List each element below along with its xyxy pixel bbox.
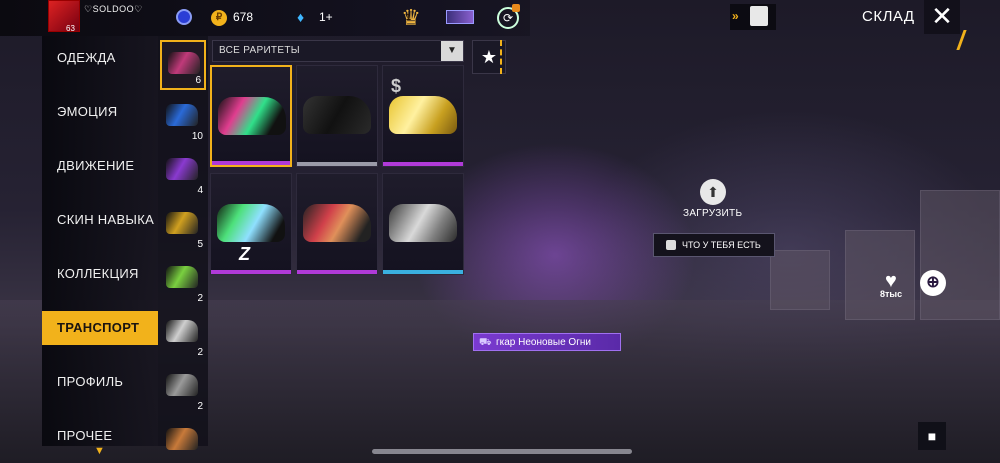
upload-icon[interactable]: ⬆ <box>700 179 726 205</box>
category-item[interactable]: СКИН НАВЫКА <box>42 203 158 237</box>
vehicle-image <box>389 204 457 242</box>
series-badge-icon: $ <box>391 76 402 96</box>
star-icon: ★ <box>480 47 498 67</box>
likes-count: 8тыс <box>880 289 903 299</box>
subcategory-thumb[interactable]: 6 <box>160 40 206 90</box>
caret-down-icon[interactable]: ▼ <box>441 41 463 61</box>
rarity-bar <box>212 161 290 165</box>
subcategory-count: 2 <box>197 293 203 304</box>
diamond-icon: ♦ <box>297 9 305 25</box>
rarity-bar <box>211 270 291 274</box>
crown-number: 1 <box>406 12 412 22</box>
subcategory-count: 6 <box>195 75 201 86</box>
category-item[interactable]: ПРОФИЛЬ <box>42 365 158 399</box>
page-title: СКЛАД <box>862 8 915 25</box>
crate <box>770 250 830 310</box>
zoom-icon[interactable]: ⊕ <box>920 270 946 296</box>
vehicle-thumb-image <box>166 428 198 450</box>
subcategory-count: 5 <box>197 239 203 250</box>
home-indicator <box>372 449 632 454</box>
subcategory-thumb[interactable]: 2 <box>160 310 206 360</box>
subcategory-count: 4 <box>197 185 203 196</box>
vehicle-image <box>217 204 285 242</box>
subcategory-thumb[interactable]: 10 <box>160 94 206 144</box>
likes-button[interactable]: ♥ 8тыс <box>880 270 910 300</box>
video-icon[interactable]: ■ <box>918 422 946 450</box>
vehicle-card[interactable]: Z <box>210 173 292 275</box>
crate <box>920 190 1000 320</box>
subcategory-thumb[interactable]: 5 <box>160 202 206 252</box>
vehicle-thumb-image <box>166 158 198 180</box>
close-icon[interactable]: ✕ <box>928 2 956 30</box>
subcategory-count: 2 <box>197 401 203 412</box>
vehicle-thumb-image <box>166 374 198 396</box>
upload-label[interactable]: ЗАГРУЗИТЬ <box>683 208 742 219</box>
vehicle-card[interactable] <box>382 173 464 275</box>
player-name[interactable]: ♡SOLDOO♡ <box>84 4 143 15</box>
vehicle-card[interactable] <box>296 65 378 167</box>
divider <box>500 40 502 74</box>
vehicle-card[interactable] <box>296 173 378 275</box>
subcategory-count: 10 <box>191 131 203 142</box>
category-item[interactable]: ДВИЖЕНИЕ <box>42 149 158 183</box>
vehicle-image <box>218 97 286 135</box>
filter-label: ВСЕ РАРИТЕТЫ <box>219 45 300 56</box>
category-item[interactable]: КОЛЛЕКЦИЯ <box>42 257 158 291</box>
vehicle-thumb-image <box>168 52 200 74</box>
rarity-bar <box>297 162 377 166</box>
category-item[interactable]: ОДЕЖДА <box>42 41 158 75</box>
subcategory-thumb[interactable]: 2 <box>160 256 206 306</box>
vehicle-thumb-image <box>166 104 198 126</box>
vehicle-card[interactable] <box>210 65 292 167</box>
coin-balance: 678 <box>233 10 254 24</box>
vehicle-image <box>389 96 457 134</box>
diamond-balance[interactable]: 1+ <box>319 10 333 24</box>
category-item[interactable]: ТРАНСПОРТ <box>42 311 158 345</box>
vehicle-card[interactable]: $ <box>382 65 464 167</box>
category-item[interactable]: ЭМОЦИЯ <box>42 95 158 129</box>
subcategory-thumb[interactable]: 4 <box>160 148 206 198</box>
chevron-down-icon[interactable]: ▼ <box>94 445 105 457</box>
vehicle-thumb-image <box>166 212 198 234</box>
series-badge-icon: Z <box>239 244 250 264</box>
chevron-right-icon: » <box>732 9 739 23</box>
rank-badge-icon[interactable] <box>176 9 192 25</box>
notification-dot <box>512 4 520 12</box>
car-icon: ⛟ <box>479 337 492 348</box>
vehicle-thumb-image <box>166 266 198 288</box>
rarity-bar <box>383 270 463 274</box>
subcategory-count: 2 <box>197 347 203 358</box>
player-level: 63 <box>66 24 75 33</box>
vehicle-thumb-image <box>166 320 198 342</box>
vehicle-image <box>303 204 371 242</box>
rarity-bar <box>297 270 377 274</box>
book-icon <box>750 6 768 26</box>
selected-item-name: ⛟ гкар Неоновые Огни <box>473 333 621 351</box>
subcategory-thumb[interactable] <box>160 418 206 450</box>
what-you-have-button[interactable]: ЧТО У ТЕБЯ ЕСТЬ <box>653 233 775 257</box>
item-name-text: гкар Неоновые Огни <box>496 337 591 348</box>
avatar[interactable] <box>48 0 80 32</box>
rarity-filter[interactable]: ВСЕ РАРИТЕТЫ ▼ <box>212 40 464 62</box>
card-icon[interactable] <box>446 10 474 24</box>
what-you-have-label: ЧТО У ТЕБЯ ЕСТЬ <box>682 240 761 250</box>
rarity-bar <box>383 162 463 166</box>
box-icon <box>666 240 676 250</box>
coin-icon: ₽ <box>211 10 227 26</box>
vehicle-image <box>303 96 371 134</box>
subcategory-thumb[interactable]: 2 <box>160 364 206 414</box>
